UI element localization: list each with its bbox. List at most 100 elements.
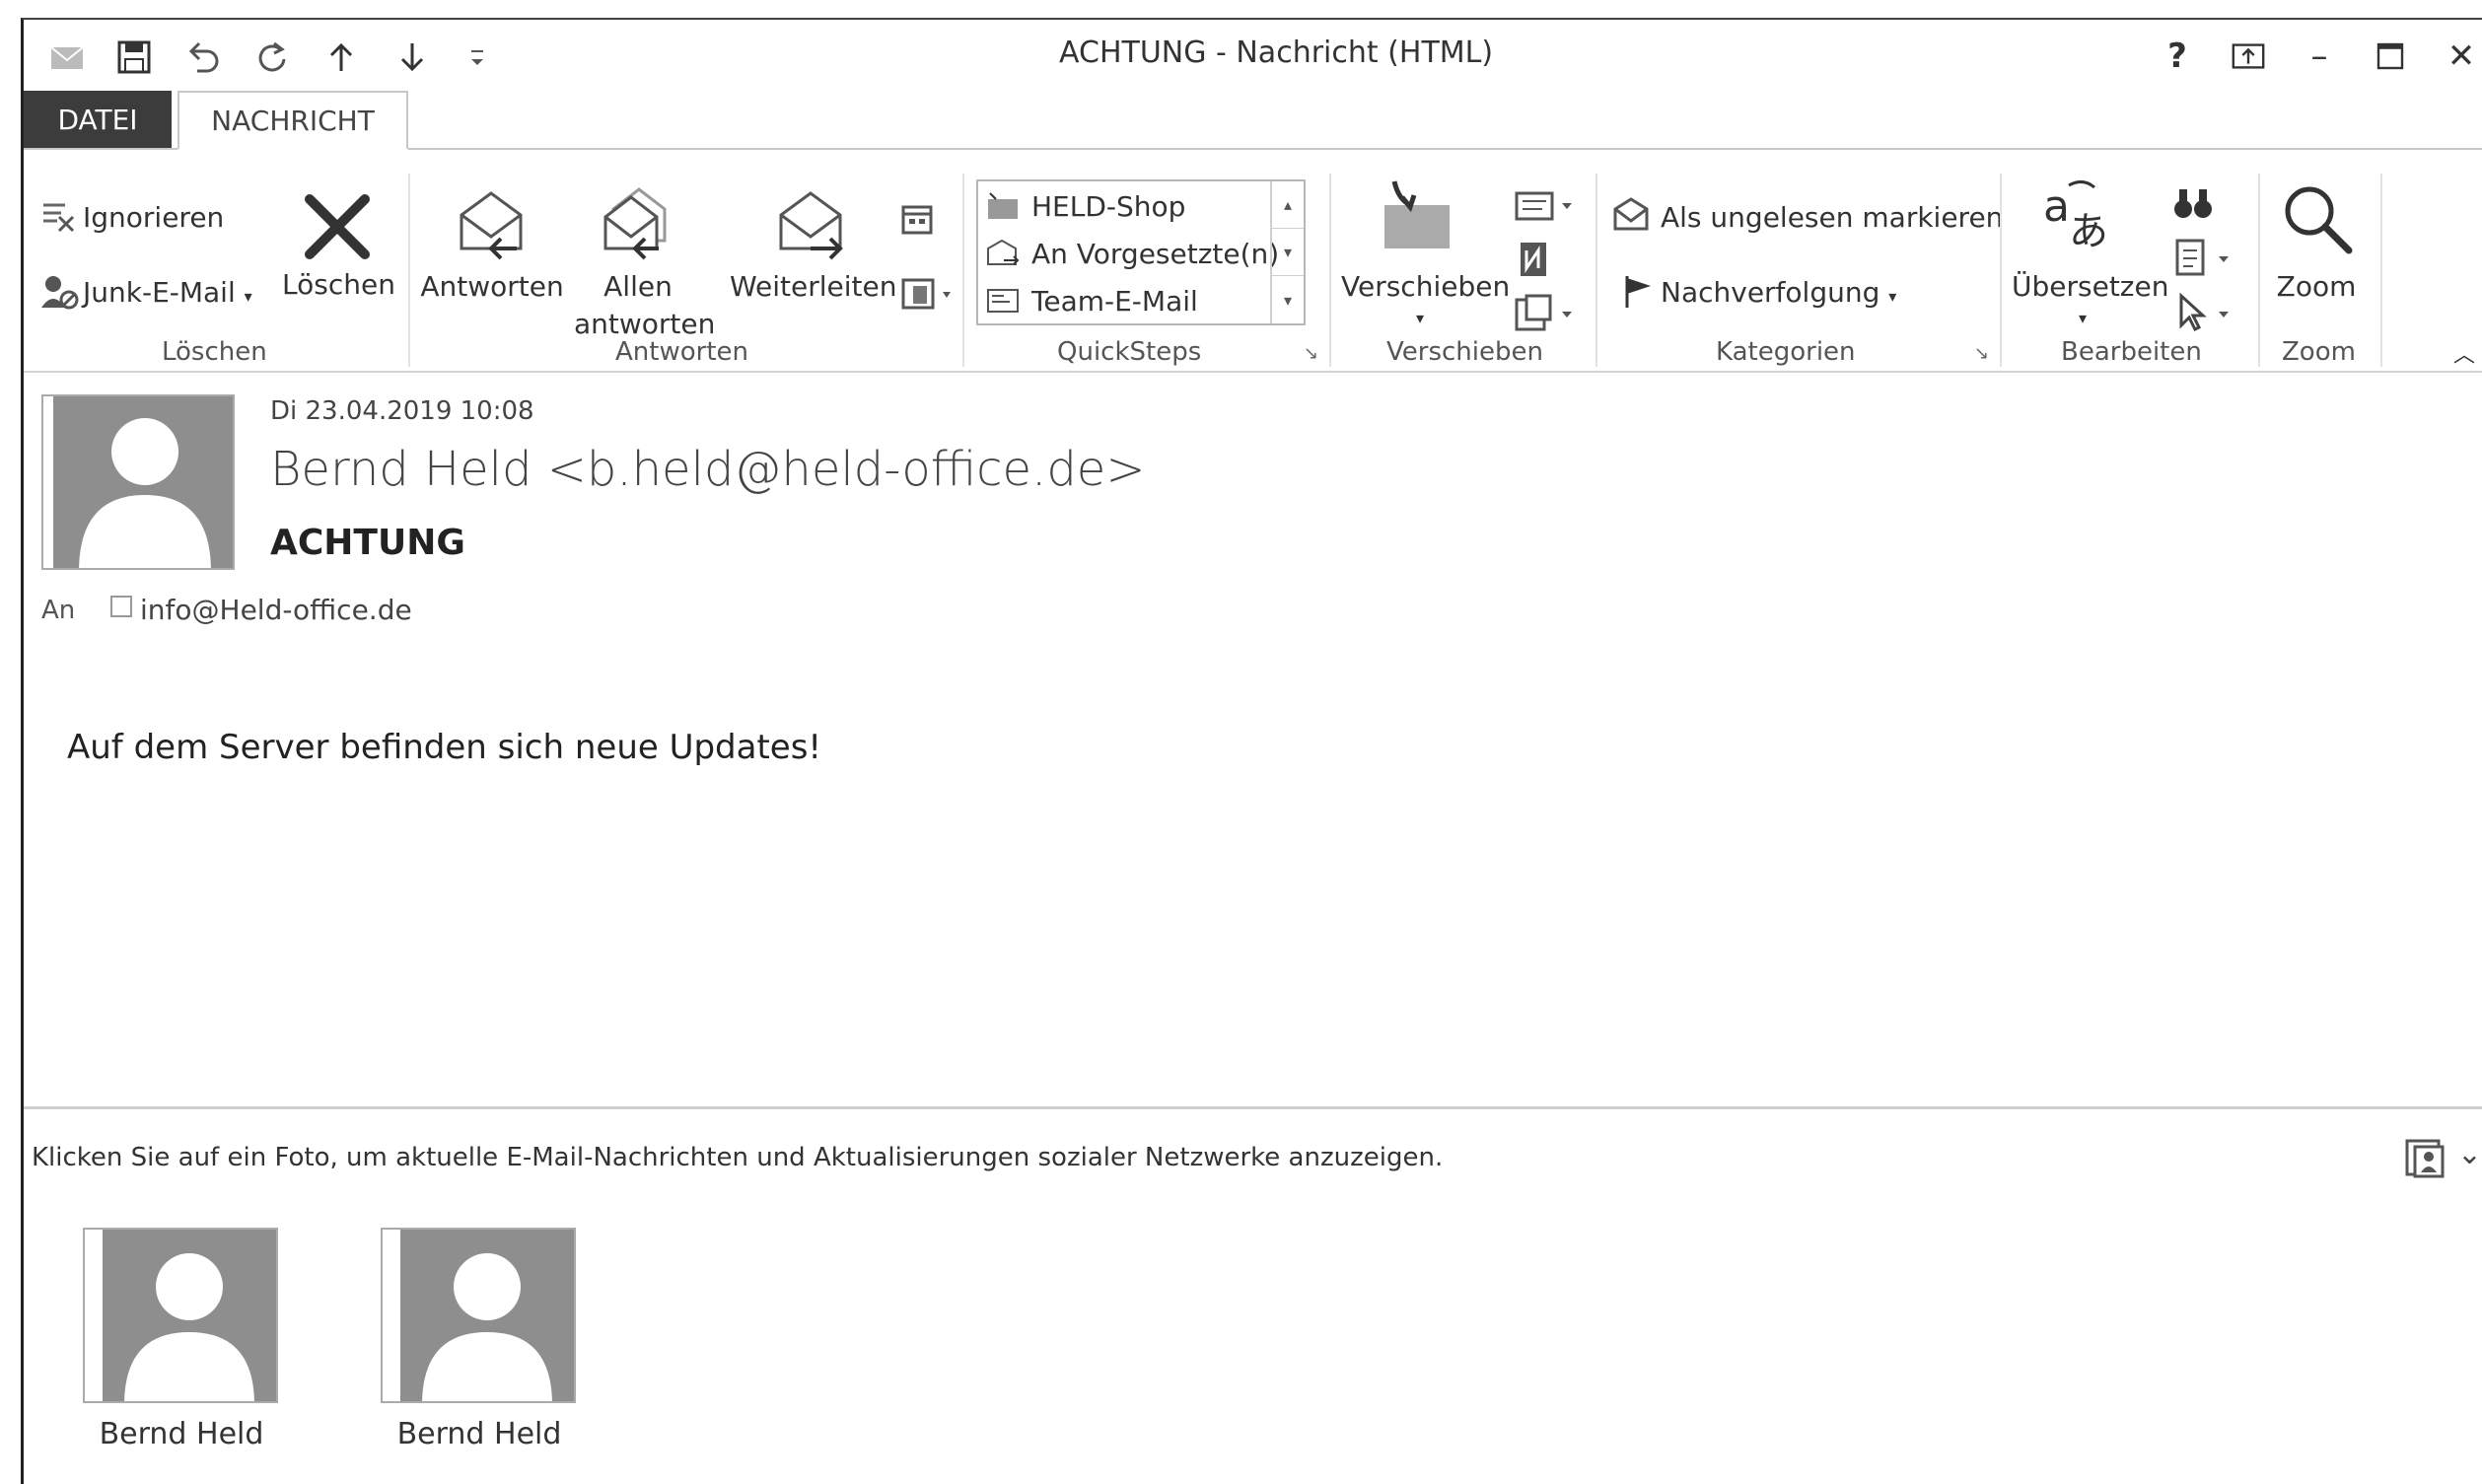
zoom-button[interactable]: Zoom (2262, 268, 2371, 306)
dialog-launcher-icon[interactable]: ↘ (1974, 343, 1996, 365)
move-label: Verschieben (1341, 270, 1511, 303)
scroll-up-icon[interactable]: ▴ (1272, 181, 1304, 229)
chevron-down-icon: ▾ (1415, 309, 1425, 327)
forward-button[interactable]: Weiterleiten (730, 268, 897, 306)
person-card[interactable]: Bernd Held (83, 1228, 280, 1451)
rules-icon[interactable] (1513, 183, 1582, 231)
chevron-down-icon[interactable]: ⌄ (2457, 1137, 2482, 1171)
ribbon-display-options-button[interactable] (2219, 32, 2278, 81)
more-icon[interactable]: ▾ (1272, 276, 1304, 323)
reply-all-button[interactable]: Allen antworten (574, 268, 715, 343)
translate-button[interactable]: Übersetzen ▾ (2012, 268, 2168, 331)
quickstep-label: HELD-Shop (1031, 189, 1186, 223)
outlook-message-window: ACHTUNG - Nachricht (HTML) ? – ✕ DATEI N… (21, 18, 2482, 1484)
recipient-address[interactable]: info@Held-office.de (140, 594, 412, 626)
person-card[interactable]: Bernd Held (381, 1228, 578, 1451)
zoom-magnifier-icon (2278, 179, 2357, 262)
envelope-forward-icon (987, 239, 1020, 265)
scroll-down-icon[interactable]: ▾ (1272, 229, 1304, 276)
collapse-ribbon-icon[interactable]: ︿ (2453, 337, 2475, 369)
person-placeholder-icon (400, 1230, 574, 1401)
tab-file[interactable]: DATEI (24, 91, 172, 148)
title-bar: ACHTUNG - Nachricht (HTML) ? – ✕ (24, 20, 2482, 91)
close-button[interactable]: ✕ (2432, 32, 2482, 81)
ignore-button[interactable]: Ignorieren (83, 201, 224, 234)
followup-label: Nachverfolgung (1661, 276, 1880, 309)
mark-unread-icon (1611, 195, 1655, 239)
junk-mail-icon (39, 272, 79, 316)
ribbon-separator (1329, 174, 1331, 367)
quickstep-held-shop[interactable]: HELD-Shop (986, 183, 1185, 229)
recipient-checkbox[interactable] (110, 596, 132, 617)
arrow-down-icon[interactable] (389, 34, 436, 81)
tab-message[interactable]: NACHRICHT (177, 91, 408, 150)
group-label-antworten: Antworten (615, 337, 748, 367)
delete-icon (298, 187, 377, 270)
people-pane-info: Klicken Sie auf ein Foto, um aktuelle E-… (32, 1143, 1444, 1172)
quickstep-label: An Vorgesetzte(n) (1031, 237, 1280, 270)
junk-mail-label: Junk-E-Mail (83, 276, 236, 309)
message-sender[interactable]: Bernd Held <b.held@held-office.de> (270, 442, 1146, 497)
dialog-launcher-icon[interactable]: ↘ (1304, 343, 1325, 365)
ribbon-tabs: DATEI NACHRICHT (24, 91, 2482, 150)
quickstep-team-e-mail[interactable]: Team-E-Mail (986, 278, 1198, 323)
person-avatar (83, 1228, 278, 1403)
quicksteps-gallery: HELD-Shop An Vorgesetzte(n) Team-E-Mail … (976, 179, 1306, 325)
flag-icon (1619, 272, 1659, 316)
chevron-down-icon: ▾ (2078, 309, 2088, 327)
actions-icon[interactable] (1513, 292, 1582, 339)
forward-icon (771, 185, 850, 268)
reply-all-label-line1: Allen (603, 270, 673, 303)
maximize-button[interactable] (2361, 32, 2420, 81)
people-pane: Klicken Sie auf ein Foto, um aktuelle E-… (24, 1106, 2482, 1484)
meeting-reply-icon[interactable] (899, 201, 939, 245)
contact-card-icon[interactable] (2405, 1139, 2447, 1178)
reply-icon (452, 185, 531, 268)
undo-icon[interactable] (179, 34, 227, 81)
message-body: Auf dem Server befinden sich neue Update… (67, 728, 822, 767)
quicksteps-scrollbar[interactable]: ▴ ▾ ▾ (1270, 181, 1304, 323)
group-label-loeschen: Löschen (162, 337, 267, 367)
onenote-icon[interactable] (1513, 239, 1556, 286)
ignore-icon (39, 197, 79, 241)
envelope-icon (43, 34, 91, 81)
find-binoculars-icon[interactable] (2171, 183, 2215, 227)
reply-all-icon (594, 179, 678, 268)
customize-quick-access-icon[interactable] (454, 34, 501, 81)
help-button[interactable]: ? (2148, 32, 2207, 81)
select-cursor-icon[interactable] (2173, 292, 2242, 339)
team-mail-icon (987, 289, 1019, 313)
svg-text:あ: あ (2069, 209, 2108, 252)
move-button[interactable]: Verschieben ▾ (1341, 268, 1511, 331)
junk-mail-button[interactable]: Junk-E-Mail ▾ (83, 276, 252, 309)
ribbon-separator (962, 174, 964, 367)
redo-icon[interactable] (248, 34, 296, 81)
sender-avatar[interactable] (41, 394, 235, 570)
person-placeholder-icon (103, 1230, 276, 1401)
arrow-up-icon[interactable] (318, 34, 365, 81)
move-folder-icon (1375, 176, 1457, 262)
reply-button[interactable]: Antworten (418, 268, 566, 306)
to-label: An (41, 596, 76, 625)
group-label-verschieben: Verschieben (1386, 337, 1543, 367)
more-respond-icon[interactable] (899, 274, 958, 318)
related-icon[interactable] (2173, 237, 2242, 284)
group-label-zoom: Zoom (2282, 337, 2356, 367)
ribbon-separator (1596, 174, 1597, 367)
window-title: ACHTUNG - Nachricht (HTML) (1059, 35, 1494, 70)
person-name: Bernd Held (396, 1417, 562, 1451)
translate-icon: aあ (2039, 174, 2118, 256)
group-label-bearbeiten: Bearbeiten (2061, 337, 2202, 367)
quickstep-an-vorgesetzte[interactable]: An Vorgesetzte(n) (986, 231, 1279, 276)
ribbon-separator (408, 174, 410, 367)
delete-button[interactable]: Löschen (282, 268, 395, 301)
person-avatar (381, 1228, 576, 1403)
mark-unread-button[interactable]: Als ungelesen markieren (1661, 201, 2003, 234)
followup-button[interactable]: Nachverfolgung ▾ (1661, 276, 1896, 309)
save-icon[interactable] (110, 34, 158, 81)
ribbon-separator (2258, 174, 2260, 367)
person-name: Bernd Held (99, 1417, 264, 1451)
svg-text:a: a (2043, 181, 2070, 232)
minimize-button[interactable]: – (2290, 32, 2349, 81)
quickstep-label: Team-E-Mail (1031, 284, 1198, 318)
